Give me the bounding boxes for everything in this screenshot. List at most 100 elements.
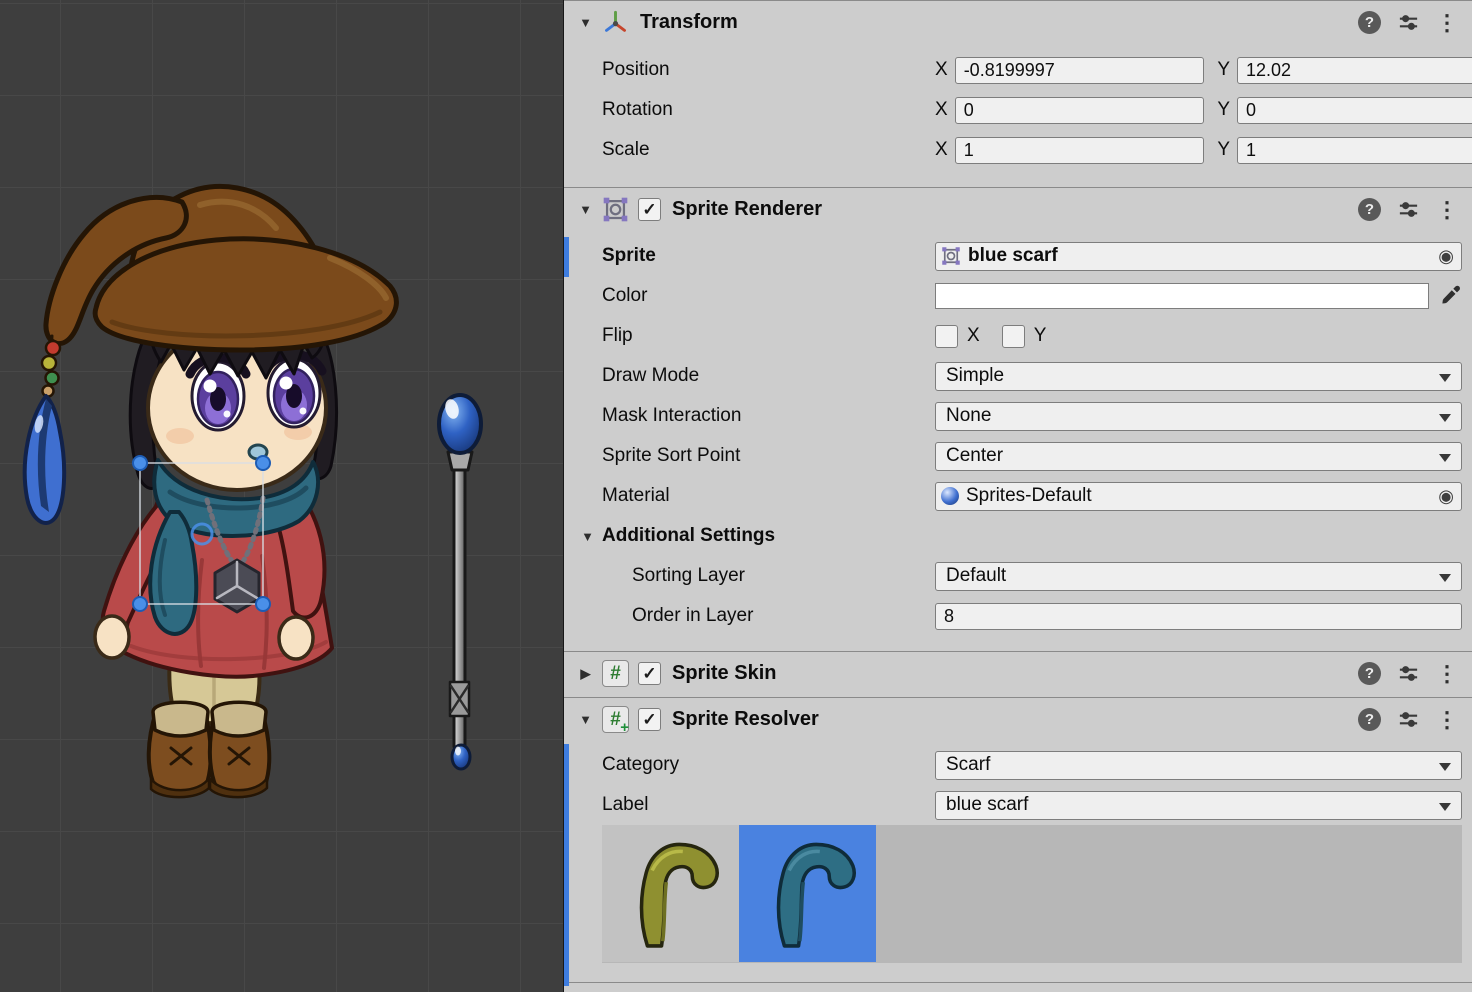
sprite-sort-point-label: Sprite Sort Point bbox=[602, 445, 935, 467]
more-menu-icon[interactable]: ⋮ bbox=[1436, 663, 1458, 685]
sprite-resolver-header[interactable]: ▼ #+ ✓ Sprite Resolver ? ⋮ bbox=[564, 697, 1472, 741]
scene-canvas bbox=[0, 0, 563, 992]
component-divider bbox=[564, 963, 1472, 983]
flip-label: Flip bbox=[602, 325, 935, 347]
axis-x-label: X bbox=[935, 139, 948, 161]
scale-row: Scale X Y Z bbox=[564, 130, 1472, 170]
position-row: Position X Y Z bbox=[564, 50, 1472, 90]
foldout-open-icon[interactable]: ▼ bbox=[578, 712, 593, 727]
axis-x-label: X bbox=[935, 59, 948, 81]
scale-label: Scale bbox=[602, 139, 935, 161]
presets-icon[interactable] bbox=[1397, 662, 1420, 685]
help-icon[interactable]: ? bbox=[1358, 662, 1381, 685]
dropdown-value: Scarf bbox=[946, 754, 990, 776]
sprite-sort-point-dropdown[interactable]: Center bbox=[935, 442, 1462, 471]
foldout-open-icon[interactable]: ▼ bbox=[578, 202, 593, 217]
sorting-layer-row: Sorting Layer Default bbox=[564, 556, 1472, 596]
rotation-label: Rotation bbox=[602, 99, 935, 121]
object-picker-icon[interactable]: ◉ bbox=[1438, 487, 1454, 505]
material-sphere-icon bbox=[941, 487, 959, 505]
prefab-override-bar-sprite bbox=[564, 237, 569, 277]
help-icon[interactable]: ? bbox=[1358, 198, 1381, 221]
sprite-skin-component: ▶ # ✓ Sprite Skin ? ⋮ bbox=[564, 651, 1472, 697]
eyedropper-icon[interactable] bbox=[1438, 284, 1462, 308]
label-label: Label bbox=[602, 794, 935, 816]
selection-handle-bottom-left[interactable] bbox=[133, 597, 147, 611]
presets-icon[interactable] bbox=[1397, 708, 1420, 731]
sprite-resolver-icon: #+ bbox=[602, 706, 629, 733]
scale-x-input[interactable] bbox=[955, 137, 1205, 164]
label-row: Label blue scarf bbox=[564, 785, 1472, 825]
selection-handle-top-right[interactable] bbox=[256, 456, 270, 470]
rotation-x-input[interactable] bbox=[955, 97, 1205, 124]
sprite-skin-header[interactable]: ▶ # ✓ Sprite Skin ? ⋮ bbox=[564, 651, 1472, 695]
sprite-row: Sprite blue scarf ◉ bbox=[564, 236, 1472, 276]
draw-mode-dropdown[interactable]: Simple bbox=[935, 362, 1462, 391]
color-swatch[interactable] bbox=[935, 283, 1429, 309]
draw-mode-label: Draw Mode bbox=[602, 365, 935, 387]
component-title: Sprite Resolver bbox=[672, 708, 819, 731]
flip-x-checkbox[interactable] bbox=[935, 325, 958, 348]
presets-icon[interactable] bbox=[1397, 11, 1420, 34]
order-in-layer-input[interactable] bbox=[935, 603, 1462, 630]
more-menu-icon[interactable]: ⋮ bbox=[1436, 199, 1458, 221]
staff-sprite[interactable] bbox=[439, 395, 481, 769]
more-menu-icon[interactable]: ⋮ bbox=[1436, 12, 1458, 34]
sprite-object-name: blue scarf bbox=[968, 245, 1058, 267]
sprite-renderer-icon bbox=[602, 196, 629, 223]
component-enabled-checkbox[interactable]: ✓ bbox=[638, 662, 661, 685]
scene-view[interactable] bbox=[0, 0, 563, 992]
mask-interaction-row: Mask Interaction None bbox=[564, 396, 1472, 436]
flip-row: Flip X Y bbox=[564, 316, 1472, 356]
sprite-label: Sprite bbox=[602, 245, 935, 267]
rotation-y-input[interactable] bbox=[1237, 97, 1472, 124]
dropdown-value: None bbox=[946, 405, 991, 427]
axis-y-label: Y bbox=[1217, 99, 1230, 121]
axis-x-label: X bbox=[935, 99, 948, 121]
axis-y-label: Y bbox=[1217, 59, 1230, 81]
sprite-object-field[interactable]: blue scarf ◉ bbox=[935, 242, 1462, 271]
category-row: Category Scarf bbox=[564, 745, 1472, 785]
sorting-layer-dropdown[interactable]: Default bbox=[935, 562, 1462, 591]
thumbnail-green-scarf[interactable] bbox=[602, 825, 739, 962]
position-y-input[interactable] bbox=[1237, 57, 1472, 84]
rotation-row: Rotation X Y Z bbox=[564, 90, 1472, 130]
mask-interaction-label: Mask Interaction bbox=[602, 405, 935, 427]
material-label: Material bbox=[602, 485, 935, 507]
help-icon[interactable]: ? bbox=[1358, 708, 1381, 731]
sprite-renderer-header[interactable]: ▼ ✓ Sprite Renderer ? ⋮ bbox=[564, 187, 1472, 231]
category-dropdown[interactable]: Scarf bbox=[935, 751, 1462, 780]
help-icon[interactable]: ? bbox=[1358, 11, 1381, 34]
transform-component: ▼ Transform ? ⋮ Position X bbox=[564, 0, 1472, 187]
material-object-name: Sprites-Default bbox=[966, 485, 1092, 507]
transform-icon bbox=[602, 9, 629, 36]
foldout-open-icon[interactable]: ▼ bbox=[578, 15, 593, 30]
mask-interaction-dropdown[interactable]: None bbox=[935, 402, 1462, 431]
more-menu-icon[interactable]: ⋮ bbox=[1436, 709, 1458, 731]
category-label: Category bbox=[602, 754, 935, 776]
dropdown-value: blue scarf bbox=[946, 794, 1028, 816]
foldout-open-icon[interactable]: ▼ bbox=[580, 529, 595, 544]
foldout-closed-icon[interactable]: ▶ bbox=[578, 666, 593, 682]
position-x-input[interactable] bbox=[955, 57, 1205, 84]
character-sprite[interactable] bbox=[25, 186, 397, 797]
flip-y-checkbox[interactable] bbox=[1002, 325, 1025, 348]
additional-settings-label: Additional Settings bbox=[602, 525, 775, 547]
additional-settings-row[interactable]: ▼ Additional Settings bbox=[564, 516, 1472, 556]
selection-handle-bottom-right[interactable] bbox=[256, 597, 270, 611]
position-label: Position bbox=[602, 59, 935, 81]
component-enabled-checkbox[interactable]: ✓ bbox=[638, 198, 661, 221]
unity-editor-window: ▼ Transform ? ⋮ Position X bbox=[0, 0, 1472, 992]
presets-icon[interactable] bbox=[1397, 198, 1420, 221]
component-enabled-checkbox[interactable]: ✓ bbox=[638, 708, 661, 731]
sprite-sort-point-row: Sprite Sort Point Center bbox=[564, 436, 1472, 476]
transform-header[interactable]: ▼ Transform ? ⋮ bbox=[564, 0, 1472, 44]
thumbnail-blue-scarf[interactable] bbox=[739, 825, 876, 962]
material-object-field[interactable]: Sprites-Default ◉ bbox=[935, 482, 1462, 511]
object-picker-icon[interactable]: ◉ bbox=[1438, 247, 1454, 265]
selection-handle-top-left[interactable] bbox=[133, 456, 147, 470]
label-dropdown[interactable]: blue scarf bbox=[935, 791, 1462, 820]
scale-y-input[interactable] bbox=[1237, 137, 1472, 164]
order-in-layer-label: Order in Layer bbox=[602, 605, 935, 627]
dropdown-value: Center bbox=[946, 445, 1003, 467]
